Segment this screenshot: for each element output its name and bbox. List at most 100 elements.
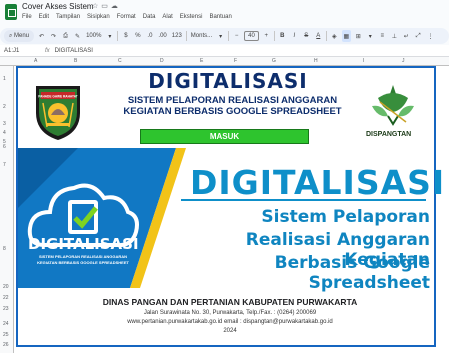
- percent-button[interactable]: %: [133, 30, 142, 42]
- row-header[interactable]: 25: [3, 332, 9, 338]
- menu-tools[interactable]: Alat: [162, 14, 172, 20]
- menu-insert[interactable]: Sisipkan: [87, 14, 110, 20]
- column-header[interactable]: J: [402, 58, 405, 64]
- text-wrap-icon[interactable]: ↵: [402, 30, 411, 42]
- subtitle-line-2: KEGIATAN BERBASIS GOOGLE SPREADSHEET: [123, 106, 342, 117]
- font-size-input[interactable]: 40: [244, 31, 259, 41]
- menu-file[interactable]: File: [22, 14, 32, 20]
- banner-cloud-subtitle-2: KEGIATAN BERBASIS GOOGLE SPREADSHEET: [37, 260, 129, 265]
- row-header[interactable]: 7: [3, 162, 6, 168]
- bold-button[interactable]: B: [278, 30, 287, 42]
- column-header[interactable]: F: [234, 58, 237, 64]
- masuk-button[interactable]: MASUK: [140, 129, 309, 144]
- menu-search-label: Menu: [14, 33, 30, 39]
- search-icon: ⌕: [9, 32, 13, 39]
- column-header[interactable]: E: [200, 58, 203, 64]
- banner-divider: [181, 199, 426, 201]
- purwakarta-emblem-icon: PAHADE GAWE RAHAYAT: [36, 86, 80, 140]
- row-header[interactable]: 6: [3, 144, 6, 150]
- text-color-button[interactable]: A: [314, 30, 323, 42]
- toolbar-divider: [325, 31, 327, 41]
- menu-extensions[interactable]: Ekstensi: [180, 14, 203, 20]
- folder-icon[interactable]: ▭: [101, 3, 111, 10]
- row-header[interactable]: 26: [3, 342, 9, 348]
- fx-icon: fx: [45, 47, 50, 54]
- title-bar: Cover Akses Sistem ☆▭☁ File Edit Tampila…: [0, 0, 449, 24]
- menu-bar: File Edit Tampilan Sisipkan Format Data …: [22, 14, 232, 20]
- font-size-increase-icon[interactable]: +: [262, 30, 271, 42]
- svg-text:PAHADE GAWE RAHAYAT: PAHADE GAWE RAHAYAT: [38, 95, 78, 99]
- dispangtan-label: DISPANGTAN: [366, 131, 412, 138]
- menu-help[interactable]: Bantuan: [209, 14, 231, 20]
- font-size-decrease-icon[interactable]: −: [232, 30, 241, 42]
- title-icons: ☆▭☁: [92, 2, 121, 10]
- column-header[interactable]: G: [272, 58, 276, 64]
- sheets-logo-icon[interactable]: [5, 4, 17, 20]
- currency-button[interactable]: $: [121, 30, 130, 42]
- banner-title: DIGITALISASI: [190, 163, 446, 202]
- font-select[interactable]: Monts...: [190, 30, 213, 42]
- increase-decimal-button[interactable]: .00: [157, 30, 167, 42]
- align-vertical-icon[interactable]: ⊥: [390, 30, 399, 42]
- more-options-icon[interactable]: ⋮: [426, 30, 435, 42]
- star-icon[interactable]: ☆: [92, 3, 101, 10]
- print-icon[interactable]: ⎙: [61, 30, 70, 42]
- formula-bar: A1:J1 fx DIGITALISASI: [0, 45, 449, 57]
- paint-format-icon[interactable]: ✎: [73, 30, 82, 42]
- align-horizontal-icon[interactable]: ≡: [378, 30, 387, 42]
- footer-address: Jalan Surawinata No. 30, Purwakarta, Tel…: [143, 310, 317, 316]
- menu-format[interactable]: Format: [117, 14, 136, 20]
- menu-data[interactable]: Data: [143, 14, 156, 20]
- toolbar-divider: [228, 31, 230, 41]
- column-header[interactable]: B: [74, 58, 77, 64]
- cloud-icon[interactable]: ☁: [111, 3, 121, 10]
- formula-input[interactable]: DIGITALISASI: [55, 48, 93, 54]
- name-box[interactable]: A1:J1: [0, 48, 40, 54]
- fill-color-icon[interactable]: ◈: [330, 30, 339, 42]
- banner-line-3: Berbasis Google Spreadsheet: [274, 253, 430, 293]
- row-header[interactable]: 1: [3, 76, 6, 82]
- footer-organization: DINAS PANGAN DAN PERTANIAN KABUPATEN PUR…: [102, 297, 358, 307]
- text-rotate-icon[interactable]: ⤢: [414, 30, 423, 42]
- menu-search-button[interactable]: ⌕ Menu: [4, 30, 35, 42]
- row-header[interactable]: 2: [3, 104, 6, 110]
- footer-website: www.pertanian.purwakartakab.go.id email …: [127, 319, 333, 325]
- zoom-select[interactable]: 100%: [85, 30, 102, 42]
- row-header[interactable]: 3: [3, 121, 6, 127]
- row-header[interactable]: 22: [3, 295, 9, 301]
- column-header[interactable]: A: [34, 58, 37, 64]
- row-header[interactable]: 23: [3, 306, 9, 312]
- strikethrough-button[interactable]: S: [302, 30, 311, 42]
- italic-button[interactable]: I: [290, 30, 299, 42]
- row-header[interactable]: 20: [3, 284, 9, 290]
- banner-cloud-subtitle-1: SISTEM PELAPORAN REALISASI ANGGARAN: [38, 254, 128, 259]
- page-title: DIGITALISASI: [148, 69, 308, 93]
- column-header[interactable]: H: [314, 58, 318, 64]
- row-headers: 1 2 3 4 5 6 7 8 20 22 23 24 25 26: [0, 66, 14, 353]
- toolbar-divider: [273, 31, 275, 41]
- footer-year: 2024: [223, 328, 237, 334]
- decrease-decimal-button[interactable]: .0: [145, 30, 154, 42]
- banner-cloud-title: DIGITALISASI: [28, 235, 139, 253]
- document-title[interactable]: Cover Akses Sistem: [22, 2, 94, 11]
- row-header[interactable]: 24: [3, 321, 9, 327]
- menu-edit[interactable]: Edit: [39, 14, 49, 20]
- column-header[interactable]: I: [363, 58, 364, 64]
- chevron-down-icon[interactable]: ▾: [216, 30, 225, 42]
- row-header[interactable]: 4: [3, 130, 6, 136]
- number-format-button[interactable]: 123: [171, 30, 183, 42]
- column-header[interactable]: C: [118, 58, 122, 64]
- menu-view[interactable]: Tampilan: [56, 14, 80, 20]
- borders-icon[interactable]: ▦: [341, 30, 351, 42]
- redo-icon[interactable]: ↷: [49, 30, 58, 42]
- row-header[interactable]: 8: [3, 246, 6, 252]
- chevron-down-icon[interactable]: ▾: [366, 30, 375, 42]
- banner-line-1: Sistem Pelaporan: [261, 207, 430, 227]
- merge-cells-icon[interactable]: ⊞: [354, 30, 363, 42]
- column-headers: A B C D E F G H I J: [0, 57, 449, 66]
- chevron-down-icon[interactable]: ▾: [105, 30, 114, 42]
- subtitle-line-1: SISTEM PELAPORAN REALISASI ANGGARAN: [127, 95, 338, 106]
- column-header[interactable]: D: [160, 58, 164, 64]
- undo-icon[interactable]: ↶: [37, 30, 46, 42]
- toolbar: ⌕ Menu ↶ ↷ ⎙ ✎ 100% ▾ $ % .0 .00 123 Mon…: [0, 28, 449, 44]
